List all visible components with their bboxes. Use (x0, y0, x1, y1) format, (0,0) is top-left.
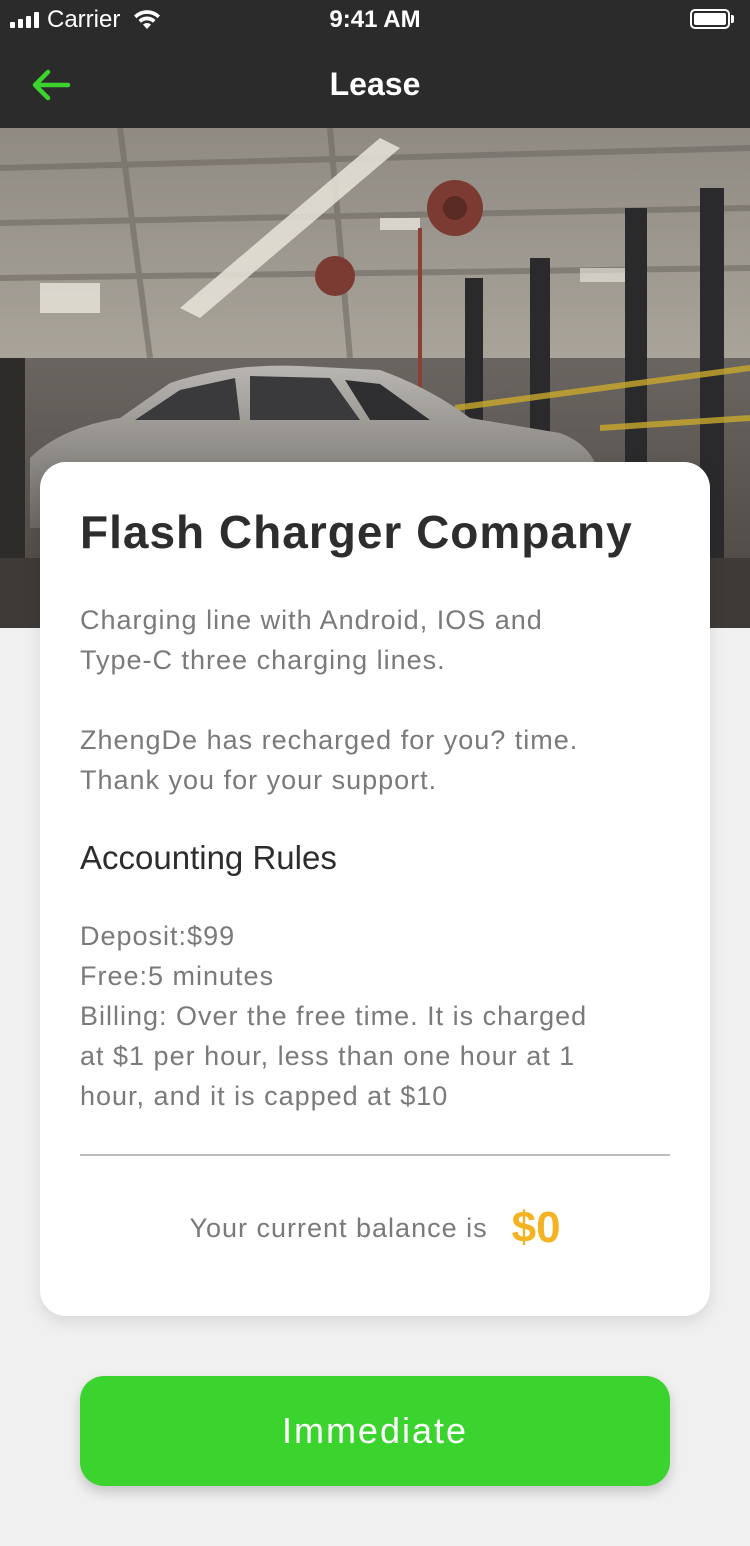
nav-bar: Lease (0, 40, 750, 128)
divider (80, 1154, 670, 1156)
balance-label: Your current balance is (189, 1212, 488, 1243)
status-time: 9:41 AM (329, 6, 421, 33)
free-time-rule: Free:5 minutes (80, 961, 275, 991)
billing-rule: hour, and it is capped at $10 (80, 1081, 449, 1111)
billing-rule: at $1 per hour, less than one hour at 1 (80, 1041, 576, 1071)
company-name: Flash Charger Company (80, 506, 633, 558)
balance-row: Your current balance is $0 (40, 1198, 710, 1258)
section-title: Accounting Rules (80, 839, 337, 876)
lease-screen: Carrier 9:41 AM Lease Flash Charger Comp… (0, 0, 750, 1546)
immediate-button[interactable]: Immediate (80, 1376, 670, 1486)
accounting-rules: Deposit:$99 Free:5 minutes Billing: Over… (80, 916, 670, 1116)
thanks-line: Thank you for your support. (80, 765, 438, 795)
billing-rule: Billing: Over the free time. It is charg… (80, 1001, 588, 1031)
thanks-line: ZhengDe has recharged for you? time. (80, 725, 579, 755)
description-line: Type-C three charging lines. (80, 645, 446, 675)
page-title: Lease (329, 66, 421, 102)
status-bar: Carrier 9:41 AM (0, 0, 750, 40)
description: Charging line with Android, IOS and Type… (80, 600, 670, 800)
battery-icon (690, 9, 736, 31)
info-card: Flash Charger Company Charging line with… (40, 462, 710, 1316)
description-line: Charging line with Android, IOS and (80, 605, 543, 635)
balance-value: $0 (511, 1203, 561, 1252)
deposit-rule: Deposit:$99 (80, 921, 236, 951)
